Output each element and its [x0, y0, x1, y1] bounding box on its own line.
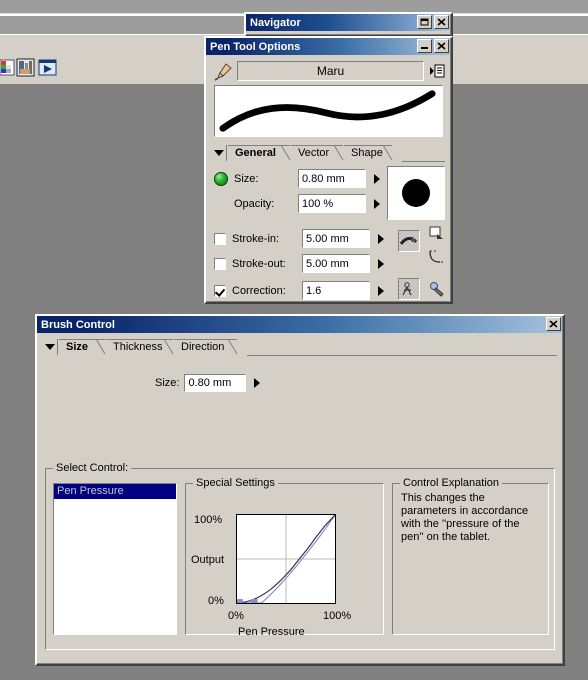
- size-input[interactable]: 0.80 mm: [298, 169, 366, 188]
- opacity-input[interactable]: 100 %: [298, 194, 366, 213]
- tab-label: Thickness: [113, 341, 163, 353]
- brush-dot-icon: [402, 179, 430, 207]
- brush-control-tabs: Size Thickness Direction: [43, 339, 557, 356]
- correction-slider-arrow-icon[interactable]: [378, 285, 384, 296]
- tab-vector[interactable]: Vector: [291, 145, 344, 161]
- navigator-window-buttons: [417, 15, 449, 29]
- tab-size[interactable]: Size: [59, 339, 106, 355]
- chevron-down-icon[interactable]: [45, 342, 56, 354]
- preset-row: Maru: [206, 55, 451, 85]
- response-curve-graph[interactable]: [236, 514, 336, 604]
- navigator-window: Navigator: [244, 12, 453, 37]
- pen-tool-general-panel: Size: 0.80 mm Opacity: 100 % Stroke-in: …: [206, 162, 451, 301]
- special-settings-group: Special Settings 100% Output 0% 0% 100% …: [185, 477, 384, 638]
- brush-control-window-buttons: [546, 317, 561, 331]
- brush-stroke-preview: [214, 85, 443, 137]
- brush-size-label: Size:: [155, 377, 180, 389]
- x-tick-right: 100%: [323, 610, 352, 622]
- select-control-label: Select Control:: [53, 462, 132, 474]
- x-axis-label: Pen Pressure: [238, 626, 305, 638]
- x-tick-left: 0%: [228, 610, 244, 622]
- tab-label: General: [235, 147, 276, 159]
- brush-size-slider-arrow-icon[interactable]: [254, 378, 261, 388]
- size-slider-arrow-icon[interactable]: [374, 173, 380, 184]
- tab-label: Vector: [298, 147, 330, 159]
- brush-control-title: Brush Control: [41, 318, 115, 331]
- tab-general[interactable]: General: [228, 145, 291, 161]
- brush-control-titlebar[interactable]: Brush Control: [37, 316, 563, 333]
- minimize-button[interactable]: [417, 15, 432, 29]
- list-item[interactable]: Pen Pressure: [54, 484, 176, 499]
- brush-settings-icon[interactable]: [426, 278, 448, 300]
- range-handle[interactable]: [250, 599, 258, 603]
- stroke-out-input[interactable]: 5.00 mm: [302, 254, 370, 273]
- close-icon[interactable]: [546, 317, 561, 331]
- round-brush-tip: [387, 166, 445, 220]
- size-active-bullet-icon[interactable]: [214, 171, 228, 186]
- stroke-in-label: Stroke-in:: [232, 232, 280, 245]
- y-axis-label: Output: [191, 554, 225, 566]
- brush-size-field-row: Size: 0.80 mm: [155, 374, 261, 392]
- minimize-button[interactable]: [417, 39, 432, 53]
- tab-thickness[interactable]: Thickness: [106, 339, 174, 355]
- stroke-taper-icon[interactable]: [398, 230, 420, 252]
- close-icon[interactable]: [434, 15, 449, 29]
- stroke-out-label: Stroke-out:: [232, 257, 286, 270]
- control-explanation-group: Control Explanation This changes the par…: [392, 477, 549, 635]
- pen-tool-title: Pen Tool Options: [210, 40, 301, 53]
- stroke-in-checkbox[interactable]: [214, 232, 226, 245]
- stroke-in-slider-arrow-icon[interactable]: [378, 233, 384, 244]
- pen-tool-tabs: General Vector Shape: [212, 145, 445, 162]
- tab-shape[interactable]: Shape: [344, 145, 393, 161]
- navigator-titlebar[interactable]: Navigator: [246, 14, 451, 31]
- correction-label: Correction:: [232, 284, 286, 297]
- y-tick-bottom: 0%: [208, 595, 224, 607]
- stroke-out-slider-arrow-icon[interactable]: [378, 258, 384, 269]
- play-icon[interactable]: [38, 58, 58, 78]
- opacity-label: Opacity:: [234, 197, 275, 210]
- pen-tool-titlebar[interactable]: Pen Tool Options: [206, 38, 451, 55]
- control-listbox[interactable]: Pen Pressure: [53, 483, 177, 635]
- y-tick-top: 100%: [194, 514, 223, 526]
- pen-nib-icon: [212, 61, 234, 81]
- pen-tool-window-buttons: [417, 39, 449, 53]
- layers-icon[interactable]: [16, 58, 36, 78]
- size-label: Size:: [234, 172, 259, 185]
- tab-label: Shape: [351, 147, 383, 159]
- corner-round-icon2[interactable]: [426, 222, 448, 244]
- navigator-title: Navigator: [250, 16, 301, 29]
- brush-angle-icon[interactable]: [398, 278, 420, 300]
- tab-label: Size: [66, 341, 89, 353]
- stroke-out-checkbox[interactable]: [214, 257, 226, 270]
- preset-name-field[interactable]: Maru: [237, 61, 424, 81]
- screen: Navigator Pen Tool Options Maru General …: [0, 0, 588, 680]
- control-explanation-label: Control Explanation: [400, 477, 503, 489]
- min-handle[interactable]: [236, 599, 243, 603]
- field-stroke-out: Stroke-out: 5.00 mm: [214, 253, 443, 274]
- select-control-group: Select Control: Pen Pressure Special Set…: [45, 462, 555, 650]
- correction-input[interactable]: 1.6: [302, 281, 370, 300]
- pen-tool-options-window: Pen Tool Options Maru General Vector Sha…: [204, 36, 453, 304]
- corner-round-icon[interactable]: [426, 246, 448, 268]
- control-explanation-text: This changes the parameters in accordanc…: [401, 492, 529, 543]
- close-icon[interactable]: [434, 39, 449, 53]
- list-menu-icon[interactable]: [428, 61, 446, 81]
- special-settings-label: Special Settings: [193, 477, 278, 489]
- tab-direction[interactable]: Direction: [174, 339, 238, 355]
- brush-size-input[interactable]: 0.80 mm: [184, 374, 247, 392]
- chevron-down-icon[interactable]: [214, 148, 225, 160]
- stroke-in-input[interactable]: 5.00 mm: [302, 229, 370, 248]
- brush-control-window: Brush Control Size Thickness Direction S…: [35, 314, 565, 666]
- tab-label: Direction: [181, 341, 225, 353]
- opacity-slider-arrow-icon[interactable]: [374, 198, 380, 209]
- correction-checkbox[interactable]: [214, 284, 226, 297]
